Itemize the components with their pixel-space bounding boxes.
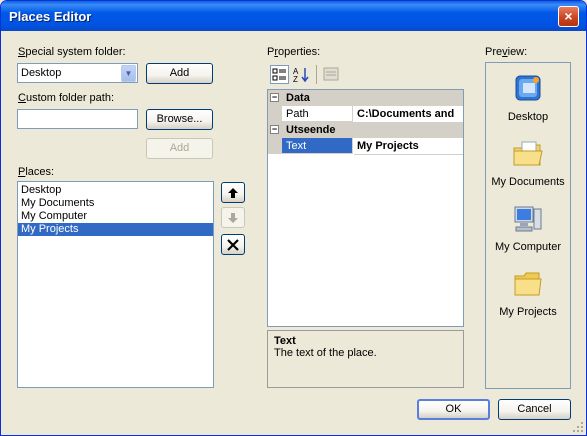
row-gutter [268, 106, 282, 122]
preview-item-label: My Projects [499, 306, 557, 318]
properties-label: Properties: [267, 46, 321, 58]
property-row-path[interactable]: Path C:\Documents and [268, 106, 463, 123]
arrow-down-icon [228, 213, 238, 223]
folder-icon [514, 272, 542, 296]
special-folder-combo[interactable]: Desktop ▼ [17, 63, 138, 83]
sort-alphabetical-icon: A Z [293, 67, 309, 84]
arrow-up-icon [228, 188, 238, 198]
preview-item-label: My Documents [491, 176, 565, 188]
desktop-icon [515, 75, 541, 101]
delete-icon [227, 239, 239, 251]
window-title: Places Editor [9, 9, 92, 24]
preview-item-label: My Computer [494, 241, 562, 253]
add-special-folder-button[interactable]: Add [146, 63, 213, 84]
alphabetical-view-button[interactable]: A Z [292, 65, 311, 84]
property-pages-icon [323, 67, 339, 81]
list-item-selected[interactable]: My Projects [18, 223, 213, 236]
category-data[interactable]: − Data [268, 90, 463, 106]
resize-grip-icon[interactable] [572, 421, 584, 433]
title-bar[interactable]: Places Editor × [1, 1, 586, 31]
category-utseende[interactable]: − Utseende [268, 122, 463, 138]
ok-button[interactable]: OK [417, 399, 490, 420]
preview-item-desktop[interactable]: Desktop [486, 73, 570, 123]
chevron-down-icon[interactable]: ▼ [121, 65, 136, 82]
description-text: The text of the place. [274, 347, 377, 359]
add-custom-path-button[interactable]: Add [146, 138, 213, 159]
documents-folder-icon [513, 141, 543, 166]
collapse-icon[interactable]: − [270, 93, 279, 102]
preview-item-my-computer[interactable]: My Computer [486, 203, 570, 253]
collapse-icon[interactable]: − [270, 125, 279, 134]
list-item[interactable]: My Computer [18, 210, 213, 223]
list-item[interactable]: My Documents [18, 197, 213, 210]
preview-item-my-documents[interactable]: My Documents [486, 138, 570, 188]
property-name: Text [282, 138, 353, 154]
property-value[interactable]: C:\Documents and [354, 106, 463, 123]
places-label: Places: [18, 166, 55, 178]
svg-text:Z: Z [293, 75, 298, 84]
move-up-button[interactable] [221, 182, 245, 203]
toolbar-separator [316, 65, 317, 84]
custom-path-label: Custom folder path: [18, 92, 115, 104]
categorized-icon [272, 68, 286, 81]
property-row-text[interactable]: Text My Projects [268, 138, 463, 155]
computer-icon [514, 206, 542, 232]
categorized-view-button[interactable] [270, 65, 289, 84]
places-editor-window: Places Editor × Special system folder: D… [0, 0, 587, 436]
move-down-button[interactable] [221, 207, 245, 228]
preview-label: Preview: [485, 46, 528, 58]
browse-button[interactable]: Browse... [146, 109, 213, 130]
preview-item-my-projects[interactable]: My Projects [486, 268, 570, 318]
preview-item-label: Desktop [507, 111, 549, 123]
special-folder-label: Special system folder: [18, 46, 126, 58]
delete-place-button[interactable] [221, 234, 245, 255]
property-pages-button[interactable] [322, 65, 341, 84]
list-item[interactable]: Desktop [18, 184, 213, 197]
property-name: Path [282, 106, 353, 122]
close-icon: × [564, 8, 573, 24]
custom-path-input[interactable] [17, 109, 138, 129]
preview-panel: Desktop My Documents My Computer My Proj… [485, 62, 571, 389]
category-name: Utseende [286, 124, 336, 136]
category-name: Data [286, 92, 310, 104]
description-title: Text [274, 335, 296, 347]
property-grid[interactable]: − Data Path C:\Documents and − Utseende … [267, 89, 464, 327]
property-description-panel: Text The text of the place. [267, 330, 464, 388]
cancel-button[interactable]: Cancel [498, 399, 571, 420]
row-gutter [268, 138, 282, 154]
property-value[interactable]: My Projects [354, 138, 463, 155]
special-folder-selected: Desktop [21, 67, 62, 79]
places-list[interactable]: Desktop My Documents My Computer My Proj… [17, 181, 214, 388]
close-button[interactable]: × [558, 6, 579, 27]
